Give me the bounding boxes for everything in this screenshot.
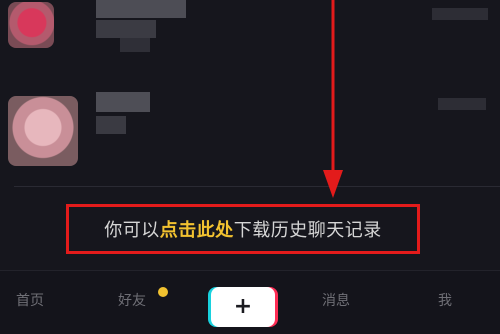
download-history-prompt[interactable]: 你可以 点击此处 下载历史聊天记录 <box>66 204 420 254</box>
add-button[interactable]: + <box>211 287 275 327</box>
prompt-prefix: 你可以 <box>104 220 160 241</box>
avatar <box>8 96 78 166</box>
blurred-message <box>96 20 156 38</box>
friends-badge <box>158 287 168 297</box>
conversation-row[interactable] <box>0 90 500 180</box>
tab-home[interactable]: 首页 <box>16 290 56 309</box>
prompt-suffix: 下载历史聊天记录 <box>233 220 382 241</box>
tab-me[interactable]: 我 <box>438 290 468 309</box>
blurred-name <box>96 92 150 112</box>
click-here-link[interactable]: 点击此处 <box>160 216 234 242</box>
blurred-message <box>120 38 150 52</box>
blurred-name <box>96 0 186 18</box>
blurred-timestamp <box>432 8 488 20</box>
plus-icon: + <box>233 294 253 319</box>
list-divider <box>14 186 500 187</box>
avatar <box>8 2 54 48</box>
tab-messages[interactable]: 消息 <box>322 290 362 309</box>
blurred-timestamp <box>438 98 486 110</box>
tab-friends[interactable]: 好友 <box>118 290 158 309</box>
conversation-row[interactable] <box>0 0 500 90</box>
conversation-list <box>0 0 500 190</box>
blurred-message <box>96 116 126 134</box>
